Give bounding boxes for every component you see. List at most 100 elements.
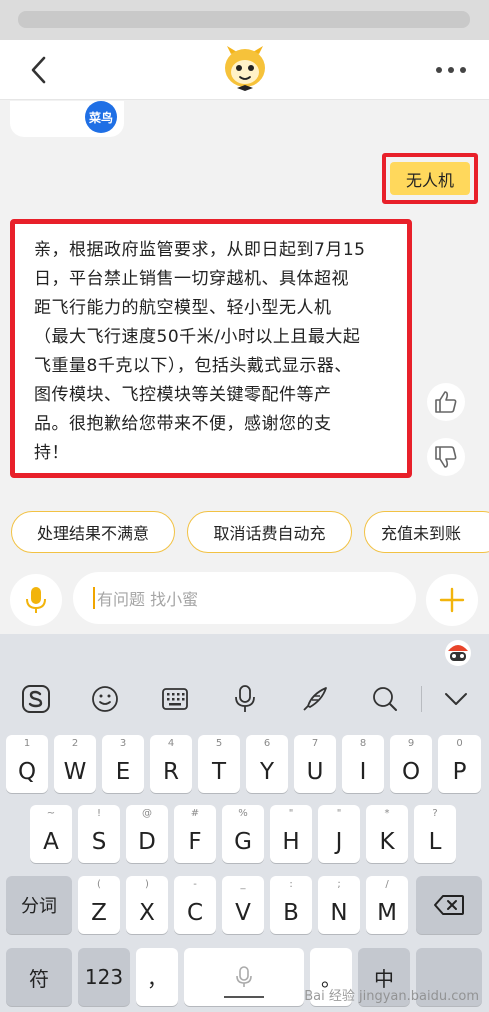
keyboard-toolbar xyxy=(0,674,489,724)
key-label: Q xyxy=(17,759,37,785)
key-m[interactable]: / M xyxy=(366,876,408,934)
collapse-chevron-icon[interactable] xyxy=(439,682,473,716)
key-label: K xyxy=(379,829,395,855)
thumbs-down-icon[interactable] xyxy=(427,438,465,476)
bot-message-card: 亲，根据政府监管要求，从即日起到7月15 日，平台禁止销售一切穿越机、具体超视 … xyxy=(10,219,412,478)
key-o[interactable]: 9O xyxy=(390,735,432,793)
space-bar-indicator xyxy=(224,996,264,998)
status-bar xyxy=(0,0,489,40)
baidu-watermark: Bai 经验 jingyan.baidu.com xyxy=(304,989,479,1004)
key-w[interactable]: 2W xyxy=(54,735,96,793)
number-key[interactable]: 123 xyxy=(78,948,130,1006)
key-sub-label: ? xyxy=(432,808,438,819)
input-bar: 有问题 找小蜜 xyxy=(0,568,489,634)
thumbs-up-icon[interactable] xyxy=(427,383,465,421)
user-message-bubble: 无人机 xyxy=(390,162,470,195)
emoji-icon[interactable] xyxy=(88,682,122,716)
microphone-icon xyxy=(235,965,253,989)
key-i[interactable]: 8I xyxy=(342,735,384,793)
key-sub-label: ; xyxy=(337,879,341,890)
key-label: C xyxy=(186,900,204,926)
nav-bar xyxy=(0,40,489,100)
symbol-key[interactable]: 符 xyxy=(6,948,72,1006)
fenci-key[interactable]: 分词 xyxy=(6,876,72,934)
chevron-left-icon[interactable] xyxy=(22,52,56,88)
key-u[interactable]: 7U xyxy=(294,735,336,793)
key-g[interactable]: % G xyxy=(222,805,264,863)
key-y[interactable]: 6Y xyxy=(246,735,288,793)
key-sub-label: # xyxy=(190,808,200,819)
key-label: E xyxy=(115,759,131,785)
key-e[interactable]: 3E xyxy=(102,735,144,793)
mascot-avatar-icon xyxy=(221,44,269,94)
key-h[interactable]: " H xyxy=(270,805,312,863)
key-q[interactable]: 1Q xyxy=(6,735,48,793)
key-sub-label: / xyxy=(385,879,389,890)
search-icon[interactable] xyxy=(368,682,402,716)
keyboard-layout-icon[interactable] xyxy=(158,682,192,716)
quick-reply-chip[interactable]: 处理结果不满意 xyxy=(11,511,175,553)
bot-message-line: 品。很抱歉给您带来不便，感谢您的支 xyxy=(34,414,332,434)
bot-message-line: 飞重量8千克以下），包括头戴式显示器、 xyxy=(34,356,352,376)
key-x[interactable]: ) X xyxy=(126,876,168,934)
key-c[interactable]: -C xyxy=(174,876,216,934)
key-sub-label: 1 xyxy=(23,738,31,749)
user-message-highlight: 无人机 xyxy=(382,153,478,204)
key-label: J xyxy=(335,829,343,855)
key-b[interactable]: :B xyxy=(270,876,312,934)
bot-message-line: 亲，根据政府监管要求，从即日起到7月15 xyxy=(34,240,366,260)
key-sub-label: % xyxy=(238,808,248,819)
sogou-logo-icon[interactable] xyxy=(19,682,53,716)
more-dots-icon[interactable] xyxy=(433,56,469,84)
voice-icon[interactable] xyxy=(228,682,262,716)
plus-icon[interactable] xyxy=(426,574,478,626)
input-placeholder: 有问题 找小蜜 xyxy=(97,590,199,609)
key-z[interactable]: (Z xyxy=(78,876,120,934)
key-v[interactable]: _ V xyxy=(222,876,264,934)
microphone-icon[interactable] xyxy=(10,574,62,626)
key-j[interactable]: " J xyxy=(318,805,360,863)
key-sub-label: ( xyxy=(97,879,101,890)
bot-message-line: 日，平台禁止销售一切穿越机、具体超视 xyxy=(34,269,349,289)
key-label: I xyxy=(359,759,367,785)
key-label: Y xyxy=(259,759,275,785)
key-n[interactable]: ; N xyxy=(318,876,360,934)
comma-key[interactable]: ， xyxy=(136,948,178,1006)
key-label: N xyxy=(330,900,348,926)
keyboard-skin-icon[interactable] xyxy=(442,637,474,669)
key-sub-label: ) xyxy=(145,879,149,890)
key-sub-label: 8 xyxy=(359,738,367,749)
key-p[interactable]: 0P xyxy=(438,735,481,793)
key-label: A xyxy=(43,829,59,855)
backspace-icon[interactable] xyxy=(416,876,482,934)
space-key[interactable] xyxy=(184,948,304,1006)
message-input[interactable]: 有问题 找小蜜 xyxy=(73,572,416,624)
key-label: O xyxy=(401,759,421,785)
text-caret xyxy=(93,587,95,609)
key-a[interactable]: ~ A xyxy=(30,805,72,863)
key-sub-label: ! xyxy=(96,808,101,819)
quick-reply-chip[interactable]: 取消话费自动充 xyxy=(187,511,352,553)
soft-keyboard: 1Q 2W 3E 4R 5T 6Y 7U 8I 9O 0P ~ A ! S @ D #… xyxy=(0,634,489,1012)
key-sub-label: 4 xyxy=(167,738,175,749)
key-sub-label: 2 xyxy=(71,738,79,749)
key-s[interactable]: ! S xyxy=(78,805,120,863)
key-label: R xyxy=(163,759,179,785)
key-sub-label: 6 xyxy=(263,738,271,749)
quick-reply-chip[interactable]: 充值未到账 xyxy=(364,511,489,553)
key-label: H xyxy=(282,829,300,855)
handwriting-icon[interactable] xyxy=(298,682,332,716)
key-sub-label: ~ xyxy=(46,808,56,819)
bot-message-line: 图传模块、飞控模块等关键零配件等产 xyxy=(34,385,332,405)
key-l[interactable]: ? L xyxy=(414,805,456,863)
key-k[interactable]: * K xyxy=(366,805,408,863)
key-f[interactable]: # F xyxy=(174,805,216,863)
key-label: M xyxy=(377,900,397,926)
cainiao-badge: 菜鸟 xyxy=(85,101,117,133)
quick-replies: 处理结果不满意 取消话费自动充 充值未到账 xyxy=(0,511,489,557)
key-d[interactable]: @ D xyxy=(126,805,168,863)
key-label: G xyxy=(234,829,252,855)
key-r[interactable]: 4R xyxy=(150,735,192,793)
key-t[interactable]: 5T xyxy=(198,735,240,793)
key-sub-label: 0 xyxy=(456,738,463,749)
